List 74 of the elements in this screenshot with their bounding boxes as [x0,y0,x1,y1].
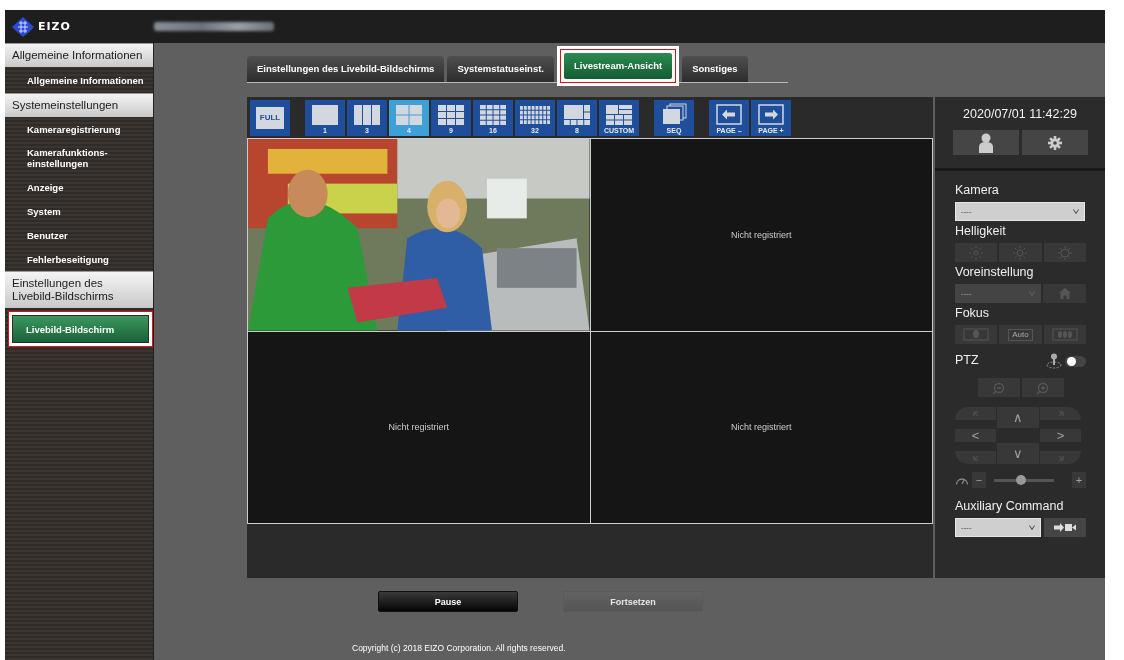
custom-layout-icon [603,102,635,126]
dropdown-value: ---- [961,289,972,298]
section-header[interactable]: Einstellungen des Livebild-Bildschirms [5,271,153,308]
tab[interactable]: Sonstiges [682,56,748,82]
camera-arrow-icon [1054,522,1076,533]
layout-button[interactable]: FULL [250,99,290,136]
field-label: Fokus [955,306,991,320]
diagonal-arrow-icon [1057,410,1064,417]
sidebar-item[interactable]: Anzeige [5,175,153,199]
sidebar-item[interactable]: Kameraregistrierung [5,117,153,141]
sidebar-item[interactable]: System [5,199,153,223]
up-button: ∧ [997,407,1039,428]
sun-icon [1013,245,1028,260]
copyright: Copyright (c) 2018 EIZO Corporation. All rights reserved. [352,643,567,653]
dropdown-value: ---- [961,207,972,216]
tab[interactable]: Livestream-Ansicht [563,53,673,79]
split3-layout-icon [351,102,383,126]
sidebar-item[interactable]: Kamerafunktions-einstellungen [5,141,153,175]
status-text: Nicht registriert [731,422,792,433]
speed-plus-button: + [1072,472,1086,488]
diagonal-arrow-icon [972,410,979,417]
people-frame-icon [1051,328,1078,341]
dropdown[interactable]: ---- [955,518,1041,537]
section-header[interactable]: Allgemeine Informationen [5,43,153,67]
sidebar-item[interactable]: Allgemeine Informationen [5,67,153,93]
caret-icon [1073,209,1079,214]
status-text: Nicht registriert [731,229,792,240]
dropdown[interactable]: ---- [955,202,1085,221]
field-label: Helligkeit [955,224,1007,238]
tab[interactable]: Einstellungen des Livebild-Bildschirms [247,56,445,82]
section-header[interactable]: Systemeinstellungen [5,93,153,117]
field-label: Kamera [955,183,1000,197]
field-label: PTZ [955,353,979,367]
sun-icon [1057,245,1072,260]
pause-button[interactable]: Pause [378,591,518,612]
down-button: ∨ [997,443,1039,464]
left-button: < [955,429,996,442]
send-command-button[interactable] [1044,518,1086,537]
zoom-in-icon [1035,380,1050,395]
grid16-layout-icon [477,102,509,126]
speed-slider[interactable] [994,478,1054,482]
sun-icon [969,245,984,260]
speedometer-icon [955,475,969,485]
status-text: Nicht registriert [388,422,449,433]
resume-button: Fortsetzen [563,591,703,612]
field-label: Voreinstellung [955,265,1035,279]
home-icon [1058,288,1071,299]
diagonal-arrow-icon [1057,454,1064,461]
sidebar-item[interactable]: Benutzer [5,223,153,247]
dropdown-value: ---- [961,523,972,532]
single-layout-icon [309,102,341,126]
caret-icon [1029,291,1035,296]
joystick-icon [1045,353,1063,369]
sidebar-item[interactable]: Livebild-Bildschirm [12,315,149,343]
right-button: > [1040,429,1081,442]
split8-layout-icon [561,102,593,126]
focus-auto-button: Auto [999,325,1042,344]
user-button[interactable] [952,130,1019,155]
caret-icon [1029,525,1035,530]
zoom-out-icon [991,380,1006,395]
logo-icon [11,15,35,38]
quad-layout-icon [393,102,425,126]
person-frame-icon [963,328,990,341]
field-label: Auxiliary Command [955,499,1065,513]
sidebar-item[interactable]: Fehlerbeseitigung [5,247,153,271]
logo-text: EIZO [38,20,71,33]
grid9-layout-icon [435,102,467,126]
date-time: 2020/07/01 11:42:29 [963,107,1077,121]
tab[interactable]: Systemstatuseinst. [447,56,554,82]
diagonal-arrow-icon [972,454,979,461]
person-icon [978,132,993,153]
settings-button[interactable] [1021,130,1088,155]
settings-icon [1047,135,1062,150]
speed-minus-button: − [972,472,986,488]
